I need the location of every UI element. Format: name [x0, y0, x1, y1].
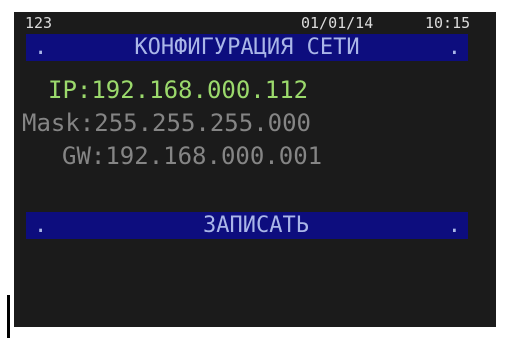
lcd-screen: 123 01/01/14 10:15 . КОНФИГУРАЦИЯ СЕТИ .… [14, 12, 496, 327]
ip-value: 192.168.000.112 [91, 76, 309, 104]
gateway-value: 192.168.000.001 [105, 142, 323, 170]
mask-label: Mask: [22, 109, 95, 137]
page-title: КОНФИГУРАЦИЯ СЕТИ [134, 35, 360, 60]
ip-field[interactable]: IP:192.168.000.112 [14, 74, 496, 106]
save-label: ЗАПИСАТЬ [203, 213, 309, 238]
save-dot-right: . [447, 213, 461, 238]
title-dot-right: . [447, 35, 461, 60]
status-bar: 123 01/01/14 10:15 [14, 12, 496, 34]
status-time: 10:15 [425, 14, 471, 32]
title-bar: . КОНФИГУРАЦИЯ СЕТИ . [26, 34, 468, 61]
status-code: 123 [25, 14, 53, 32]
status-date: 01/01/14 [301, 14, 374, 32]
mask-value: 255.255.255.000 [94, 109, 311, 137]
screen-left-edge [7, 295, 10, 338]
save-button[interactable]: . ЗАПИСАТЬ . [26, 212, 468, 239]
gateway-field[interactable]: GW:192.168.000.001 [14, 140, 496, 172]
mask-field[interactable]: Mask:255.255.255.000 [14, 107, 496, 139]
ip-label: IP: [48, 76, 92, 104]
gateway-label: GW: [62, 142, 106, 170]
